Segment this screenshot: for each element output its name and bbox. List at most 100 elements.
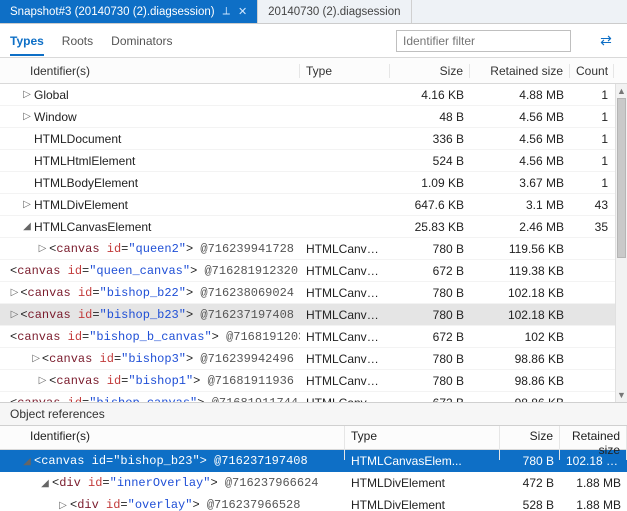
tab-dominators[interactable]: Dominators (111, 34, 172, 48)
refs-row[interactable]: ◢<canvas id="bishop_b23"> @716237197408H… (0, 450, 627, 472)
expander-icon[interactable]: ◢ (22, 456, 32, 467)
refs-grid: ◢<canvas id="bishop_b23"> @716237197408H… (0, 450, 627, 511)
cell-size: 780 B (390, 374, 470, 388)
cell-count: 1 (570, 154, 614, 168)
cell-retained: 98.86 KB (470, 374, 570, 388)
cell-size: 647.6 KB (390, 198, 470, 212)
expander-icon[interactable]: ▷ (22, 89, 32, 100)
cell-size: 524 B (390, 154, 470, 168)
identifier-label: <canvas id="bishop_canvas"> @71681911744 (10, 396, 298, 403)
cell-type: HTMLDivElement (345, 476, 500, 490)
identifier-label: <canvas id="bishop_b23"> @716237197408 (34, 454, 308, 468)
scroll-down-icon[interactable]: ▼ (616, 388, 627, 402)
cell-type: HTMLCanvasEl... (300, 374, 390, 388)
col-size[interactable]: Size (390, 64, 470, 78)
cell-count: 1 (570, 110, 614, 124)
table-row[interactable]: ▷<canvas id="bishop_b23"> @716237197408H… (0, 304, 627, 326)
table-row[interactable]: ▷Window 48 B4.56 MB1 (0, 106, 627, 128)
identifier-label: HTMLCanvasElement (34, 220, 151, 234)
cell-size: 48 B (390, 110, 470, 124)
view-toolbar: Types Roots Dominators ⇄ (0, 24, 627, 58)
table-row[interactable]: HTMLDocument336 B4.56 MB1 (0, 128, 627, 150)
document-tabs: Snapshot#3 (20140730 (2).diagsession) ⟂ … (0, 0, 627, 24)
expander-icon[interactable]: ▷ (32, 353, 40, 364)
cell-size: 25.83 KB (390, 220, 470, 234)
cell-size: 780 B (390, 286, 470, 300)
cell-size: 672 B (390, 264, 470, 278)
cell-count: 43 (570, 198, 614, 212)
table-row[interactable]: HTMLBodyElement 1.09 KB3.67 MB1 (0, 172, 627, 194)
identifier-label: Window (34, 110, 77, 124)
table-row[interactable]: HTMLHtmlElement524 B4.56 MB1 (0, 150, 627, 172)
col-type[interactable]: Type (300, 64, 390, 78)
expander-icon[interactable]: ▷ (22, 199, 32, 210)
pin-icon[interactable]: ⟂ (223, 5, 230, 18)
cell-retained: 102.18 KB (560, 454, 627, 468)
cell-type: HTMLCanvasEl... (300, 352, 390, 366)
table-row[interactable]: ▷<canvas id="bishop_b22"> @716238069024H… (0, 282, 627, 304)
identifier-label: HTMLDocument (34, 132, 121, 146)
types-grid: ▷Global4.16 KB4.88 MB1▷Window48 B4.56 MB… (0, 84, 627, 402)
table-row[interactable]: ▷HTMLDivElement647.6 KB3.1 MB43 (0, 194, 627, 216)
table-row[interactable]: ▷Global4.16 KB4.88 MB1 (0, 84, 627, 106)
close-icon[interactable]: ✕ (238, 5, 247, 18)
tab-roots[interactable]: Roots (62, 34, 93, 48)
cell-retained: 98.86 KB (470, 396, 570, 403)
tab-snapshot3[interactable]: Snapshot#3 (20140730 (2).diagsession) ⟂ … (0, 0, 258, 23)
vertical-scrollbar[interactable]: ▲ ▼ (615, 84, 627, 402)
cell-count: 1 (570, 176, 614, 190)
table-row[interactable]: <canvas id="queen_canvas"> @716281912320… (0, 260, 627, 282)
tab-diagsession[interactable]: 20140730 (2).diagsession (258, 0, 411, 23)
col-retained[interactable]: Retained size (470, 64, 570, 78)
table-row[interactable]: ▷<canvas id="bishop1"> @71681911936 HTMLC… (0, 370, 627, 392)
expander-icon[interactable]: ▷ (22, 111, 32, 122)
expander-icon[interactable]: ◢ (40, 478, 50, 489)
cell-retained: 119.56 KB (470, 242, 570, 256)
expander-icon[interactable]: ▷ (58, 500, 68, 511)
cell-retained: 3.67 MB (470, 176, 570, 190)
settings-icon[interactable]: ⇄ (595, 30, 617, 52)
col-count[interactable]: Count (570, 64, 614, 78)
scrollbar-thumb[interactable] (617, 98, 626, 258)
identifier-label: HTMLDivElement (34, 198, 128, 212)
identifier-label: <canvas id="queen_canvas"> @716281912320 (10, 264, 298, 278)
table-row[interactable]: ▷<canvas id="bishop3"> @716239942496HTML… (0, 348, 627, 370)
cell-retained: 1.88 MB (560, 498, 627, 511)
col-identifiers[interactable]: Identifier(s) (0, 64, 300, 78)
cell-size: 336 B (390, 132, 470, 146)
cell-size: 4.16 KB (390, 88, 470, 102)
cell-type: HTMLCanvasEl... (300, 242, 390, 256)
table-row[interactable]: ◢HTMLCanvasElement25.83 KB2.46 MB35 (0, 216, 627, 238)
identifier-filter-input[interactable] (396, 30, 571, 52)
cell-retained: 102.18 KB (470, 308, 570, 322)
expander-icon[interactable]: ◢ (22, 221, 32, 232)
cell-retained: 4.56 MB (470, 110, 570, 124)
cell-size: 528 B (500, 498, 560, 511)
expander-icon[interactable]: ▷ (11, 287, 19, 298)
cell-retained: 1.88 MB (560, 476, 627, 490)
expander-icon[interactable]: ▷ (38, 375, 47, 386)
cell-type: HTMLCanvasEl... (300, 330, 390, 344)
cell-type: HTMLCanvasEl... (300, 264, 390, 278)
cell-type: HTMLCanvasEl... (300, 308, 390, 322)
table-row[interactable]: ▷<canvas id="queen2"> @716239941728 HTMLC… (0, 238, 627, 260)
cell-size: 1.09 KB (390, 176, 470, 190)
table-row[interactable]: <canvas id="bishop_b_canvas"> @716819120… (0, 326, 627, 348)
cell-size: 672 B (390, 396, 470, 403)
refs-row[interactable]: ▷<div id="overlay"> @716237966528HTMLDiv… (0, 494, 627, 511)
identifier-label: <canvas id="bishop1"> @71681911936 (49, 374, 294, 388)
cell-type: HTMLDivElement (345, 498, 500, 511)
expander-icon[interactable]: ▷ (11, 309, 19, 320)
tab-label: 20140730 (2).diagsession (268, 6, 400, 18)
expander-icon[interactable]: ▷ (38, 243, 47, 254)
identifier-label: HTMLBodyElement (34, 176, 138, 190)
cell-retained: 119.38 KB (470, 264, 570, 278)
scroll-up-icon[interactable]: ▲ (616, 84, 627, 98)
refs-row[interactable]: ◢<div id="innerOverlay"> @716237966624HT… (0, 472, 627, 494)
cell-type: HTMLCanvasEl... (300, 396, 390, 403)
tab-types[interactable]: Types (10, 34, 44, 56)
cell-size: 472 B (500, 476, 560, 490)
table-row[interactable]: <canvas id="bishop_canvas"> @71681911744… (0, 392, 627, 402)
cell-retained: 4.56 MB (470, 132, 570, 146)
identifier-label: <canvas id="queen2"> @716239941728 (49, 242, 294, 256)
